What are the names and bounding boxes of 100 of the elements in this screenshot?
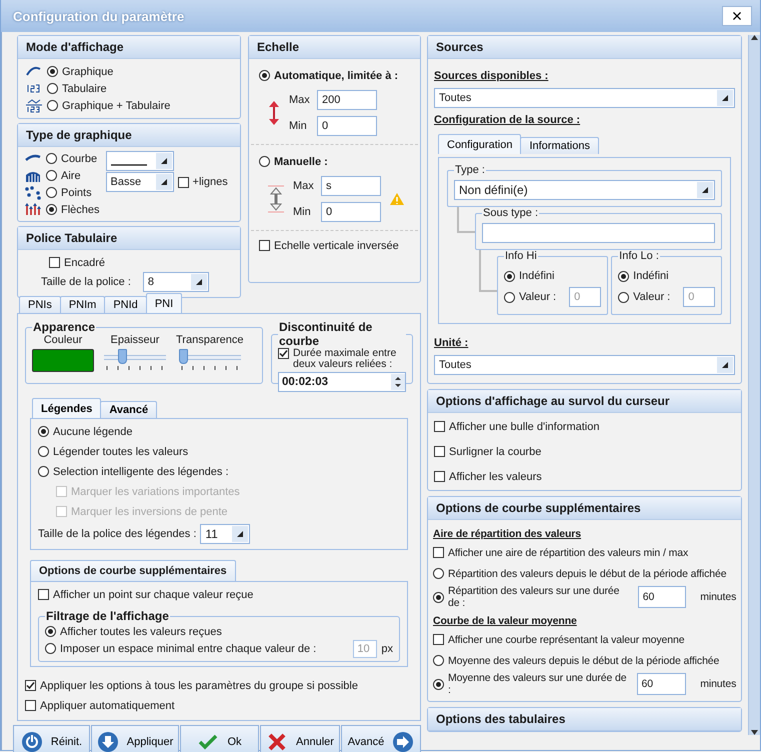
tab[interactable]: Configuration <box>438 134 522 154</box>
radio-button[interactable] <box>259 70 270 81</box>
panel-header: Options des tabulaires <box>428 708 742 731</box>
checkbox[interactable] <box>433 634 444 645</box>
radio-button[interactable] <box>504 270 515 282</box>
dropdown[interactable]: Toutes <box>434 88 736 108</box>
checkbox[interactable] <box>259 240 270 251</box>
scrollbar[interactable] <box>748 35 760 735</box>
checkbox[interactable] <box>434 446 445 457</box>
input-field[interactable]: 0 <box>321 202 381 222</box>
radio-label: Afficher toutes les valeurs reçues <box>60 626 222 638</box>
radio-label: Points <box>61 186 92 198</box>
checkbox[interactable] <box>433 547 444 558</box>
close-button[interactable]: × <box>722 6 752 26</box>
radio-button[interactable] <box>46 170 57 181</box>
line-style-icon <box>110 164 147 166</box>
radio-button[interactable] <box>47 66 58 77</box>
radio-label: Graphique + Tabulaire <box>62 100 170 112</box>
radio-button[interactable] <box>38 426 49 437</box>
slider-thumb[interactable] <box>179 349 188 364</box>
dropdown[interactable]: Basse <box>106 172 174 192</box>
radio-button[interactable] <box>433 678 444 690</box>
radio-label: Légender toutes les valeurs <box>53 446 188 458</box>
checkbox-label: Durée maximale entre deux valeurs reliées : <box>293 348 398 370</box>
tick-marks <box>106 366 164 371</box>
radio-button[interactable] <box>38 446 49 457</box>
input-field[interactable]: 0 <box>317 116 377 136</box>
radio-button[interactable] <box>618 270 630 282</box>
power-icon <box>20 731 43 752</box>
checkbox-label: Afficher les valeurs <box>449 470 542 482</box>
unit-label: minutes <box>700 591 736 603</box>
input-field[interactable]: 60 <box>638 586 686 608</box>
dialog-button[interactable]: Annuler <box>260 725 340 752</box>
checkbox-label: Echelle verticale inversée <box>274 240 399 252</box>
tab[interactable]: Avancé <box>100 401 158 418</box>
checkbox[interactable] <box>434 471 445 482</box>
section-label: Aire de répartition des valeurs <box>433 528 582 540</box>
checkbox-label: Afficher un point sur chaque valeur reçue <box>53 588 254 600</box>
unit-label: minutes <box>700 678 736 690</box>
checkbox[interactable] <box>38 589 49 600</box>
dropdown[interactable]: 11 <box>200 524 250 544</box>
checkbox[interactable] <box>25 680 36 691</box>
dialog-button[interactable]: Avancé <box>341 725 421 752</box>
curve-numbers-icon <box>25 98 43 113</box>
input-field[interactable]: 60 <box>636 673 686 695</box>
dialog-button[interactable]: Appliquer <box>91 725 180 752</box>
dropdown[interactable]: Non défini(e) <box>454 180 716 200</box>
tab[interactable]: Informations <box>520 137 599 154</box>
radio-label: Automatique, limitée à : <box>274 70 398 82</box>
color-swatch[interactable] <box>32 349 94 372</box>
panel-header: Options d'affichage au survol du curseur <box>428 390 742 413</box>
dropdown[interactable]: Toutes <box>434 355 736 375</box>
radio-label: Indéfini <box>633 270 669 282</box>
tab[interactable]: PNIm <box>60 296 106 313</box>
input-field[interactable]: 200 <box>317 90 377 110</box>
dialog-button[interactable]: Ok <box>180 725 259 752</box>
radio-button[interactable] <box>618 292 630 302</box>
panel-header: Sources <box>428 36 742 59</box>
radio-button[interactable] <box>433 592 444 602</box>
radio-button[interactable] <box>259 156 270 167</box>
checkbox-label: Marquer les inversions de pente <box>71 506 228 518</box>
tab[interactable]: Légendes <box>32 398 102 418</box>
checkbox-label: Afficher une bulle d'information <box>449 420 600 432</box>
checkbox[interactable] <box>25 700 36 711</box>
radio-button[interactable] <box>38 466 49 477</box>
scroll-up-icon <box>751 35 758 40</box>
radio-label: Valeur : <box>519 291 556 303</box>
dropdown[interactable] <box>106 151 174 171</box>
checkbox[interactable] <box>278 348 289 359</box>
checkbox[interactable] <box>49 257 60 268</box>
group-title: Discontinuité de courbe <box>278 320 374 348</box>
radio-button[interactable] <box>46 153 57 164</box>
radio-button[interactable] <box>46 204 57 215</box>
panel-header: Mode d'affichage <box>18 36 240 59</box>
radio-label: Graphique <box>62 66 114 78</box>
tree-connector <box>457 207 475 233</box>
dialog-button[interactable]: Réinit. <box>13 725 90 752</box>
radio-button[interactable] <box>47 100 58 111</box>
checkbox[interactable] <box>434 421 445 432</box>
checkbox[interactable] <box>178 176 189 188</box>
time-spinner[interactable]: 00:02:03 <box>278 372 406 392</box>
field-label: Max <box>293 180 315 192</box>
tab[interactable]: PNId <box>104 296 147 313</box>
radio-button[interactable] <box>433 655 444 666</box>
input-field[interactable]: s <box>321 176 381 196</box>
tab[interactable]: PNIs <box>19 296 61 313</box>
field-label: Min <box>293 206 312 218</box>
radio-button[interactable] <box>47 83 58 94</box>
slider-thumb[interactable] <box>118 349 126 364</box>
tab[interactable]: PNI <box>146 293 182 313</box>
radio-button[interactable] <box>433 568 444 579</box>
dropdown[interactable]: 8 <box>142 272 209 292</box>
panel-header: Type de graphique <box>18 124 240 147</box>
radio-label: Moyenne des valeurs sur une durée de : <box>448 672 628 696</box>
double-arrow-icon <box>267 185 285 213</box>
radio-button[interactable] <box>45 626 56 637</box>
radio-button[interactable] <box>504 292 515 302</box>
input-field[interactable] <box>482 223 716 243</box>
radio-button[interactable] <box>45 643 56 654</box>
radio-button[interactable] <box>46 187 57 198</box>
